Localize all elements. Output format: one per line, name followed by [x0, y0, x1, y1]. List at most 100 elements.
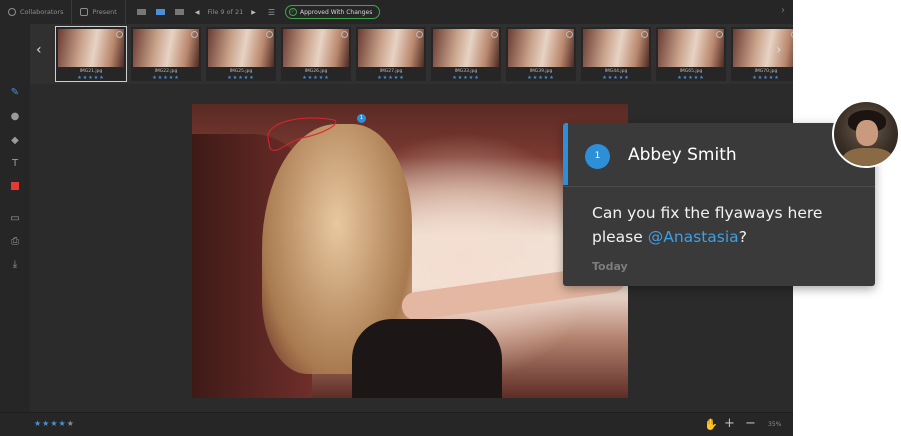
comment-header: 1 Abbey Smith [563, 123, 875, 187]
annotation-lasso[interactable] [262, 112, 342, 160]
filmstrip-thumbnail[interactable]: IMG22.jpg ★★★★★ [131, 27, 201, 81]
comment-author: Abbey Smith [628, 145, 737, 165]
thumbnail-rating: ★★★★★ [527, 75, 555, 81]
view-mode-group: ◀ File 9 of 21 ▶ ☰ ✓ Approved With Chang… [126, 0, 389, 24]
person-icon [8, 8, 16, 16]
comment-mention[interactable]: @Anastasia [648, 228, 739, 246]
zoom-in-icon[interactable]: + [724, 416, 735, 431]
thumbnail-image [283, 29, 349, 67]
ruler-icon[interactable]: ▭ [8, 212, 22, 226]
avatar [832, 100, 900, 168]
thumbnail-filename: IMG21.jpg [79, 69, 103, 74]
thumbnail-image [58, 29, 124, 67]
thumbnail-status-icon [116, 31, 123, 38]
filmstrip-thumbnail[interactable]: IMG70.jpg ★★★★★ [731, 27, 793, 81]
grid-view-icon[interactable] [174, 9, 184, 15]
comment-text-end: ? [738, 228, 747, 246]
thumbnail-rating: ★★★★★ [752, 75, 780, 81]
filmstrip-thumbnail[interactable]: IMG26.jpg ★★★★★ [281, 27, 351, 81]
hand-icon[interactable]: ✋ [704, 418, 718, 431]
collaborators-button[interactable]: Collaborators [0, 0, 73, 24]
avatar-face [856, 120, 878, 146]
check-icon: ✓ [289, 8, 298, 16]
filmstrip-view-icon[interactable] [155, 9, 165, 15]
filmstrip-thumbnail[interactable]: IMG21.jpg ★★★★★ [55, 26, 127, 82]
thumbnail-filename: IMG33.jpg [454, 69, 478, 74]
filter-icon[interactable]: ☰ [268, 8, 275, 17]
thumbnail-status-icon [416, 31, 423, 38]
filmstrip-thumbnail[interactable]: IMG25.jpg ★★★★★ [206, 27, 276, 81]
thumbnail-rating: ★★★★★ [452, 75, 480, 81]
comment-card[interactable]: 1 Abbey Smith Can you fix the flyaways h… [563, 123, 875, 286]
thumbnail-rating: ★★★★★ [152, 75, 180, 81]
thumbnail-image [133, 29, 199, 67]
approval-status-badge[interactable]: ✓ Approved With Changes [285, 5, 381, 19]
next-file-icon[interactable]: ▶ [251, 9, 256, 16]
thumbnail-rating: ★★★★★ [602, 75, 630, 81]
thumbnail-rating: ★★★★★ [227, 75, 255, 81]
present-icon [80, 8, 89, 16]
single-view-icon[interactable] [136, 9, 146, 15]
thumbnail-filename: IMG70.jpg [754, 69, 778, 74]
filmstrip-next-icon[interactable]: › [776, 42, 782, 58]
zoom-level[interactable]: 35% [768, 421, 781, 428]
top-toolbar: Collaborators Present ◀ File 9 of 21 ▶ ☰… [0, 0, 793, 25]
thumbnail-image [583, 29, 649, 67]
download-icon[interactable]: ⤓ [8, 258, 22, 272]
comment-text: Can you fix the flyaways here please @An… [592, 201, 862, 249]
thumbnail-image [433, 29, 499, 67]
filmstrip-thumbnail[interactable]: IMG44.jpg ★★★★★ [581, 27, 651, 81]
filmstrip-prev-icon[interactable]: ‹ [36, 42, 42, 58]
thumbnail-image [658, 29, 724, 67]
thumbnail-image [733, 29, 793, 67]
thumbnail-filename: IMG22.jpg [154, 69, 178, 74]
approval-status-label: Approved With Changes [300, 8, 373, 16]
thumbnail-rating: ★★★★★ [677, 75, 705, 81]
thumbnail-status-icon [191, 31, 198, 38]
filmstrip: ‹ IMG21.jpg ★★★★★ IMG22.jpg ★★★★★ IMG25.jpg ★… [30, 24, 793, 84]
bottom-toolbar: ★★★★★ ✋ + − 35% [0, 412, 793, 436]
print-icon[interactable]: ⎙ [8, 235, 22, 249]
collaborators-label: Collaborators [20, 8, 64, 16]
thumbnail-status-icon [641, 31, 648, 38]
thumbnail-filename: IMG25.jpg [229, 69, 253, 74]
fill-icon[interactable]: ◆ [8, 134, 22, 148]
thumbnail-filename: IMG44.jpg [604, 69, 628, 74]
thumbnail-status-icon [341, 31, 348, 38]
filmstrip-thumbnail[interactable]: IMG65.jpg ★★★★★ [656, 27, 726, 81]
zoom-out-icon[interactable]: − [745, 416, 756, 431]
filmstrip-thumbnail[interactable]: IMG27.jpg ★★★★★ [356, 27, 426, 81]
left-tool-panel: ✎ ● ◆ T ▭ ⎙ ⤓ [0, 24, 30, 412]
thumbnail-image [358, 29, 424, 67]
star-rating[interactable]: ★★★★★ [34, 419, 75, 428]
thumbnail-status-icon [791, 31, 793, 38]
thumbnail-rating: ★★★★★ [377, 75, 405, 81]
star-rating-off: ★ [66, 419, 75, 428]
star-rating-on: ★★★★ [34, 419, 67, 428]
comment-number-badge: 1 [585, 144, 610, 169]
filmstrip-thumbnail[interactable]: IMG33.jpg ★★★★★ [431, 27, 501, 81]
filmstrip-thumbnail[interactable]: IMG39.jpg ★★★★★ [506, 27, 576, 81]
thumbnail-filename: IMG27.jpg [379, 69, 403, 74]
avatar-body [842, 148, 894, 166]
color-swatch-icon[interactable] [8, 181, 22, 195]
pin-icon[interactable]: ● [8, 110, 22, 124]
present-button[interactable]: Present [72, 0, 126, 24]
thumbnail-status-icon [566, 31, 573, 38]
text-icon[interactable]: T [8, 157, 22, 171]
thumbnail-status-icon [716, 31, 723, 38]
thumbnail-filename: IMG65.jpg [679, 69, 703, 74]
file-counter: File 9 of 21 [207, 8, 244, 16]
thumbnail-status-icon [266, 31, 273, 38]
prev-file-icon[interactable]: ◀ [195, 9, 200, 16]
annotation-pin[interactable]: 1 [357, 114, 366, 123]
pen-icon[interactable]: ✎ [8, 86, 22, 100]
present-label: Present [92, 8, 117, 16]
photo-shirt-shape [352, 319, 502, 398]
thumbnail-filename: IMG26.jpg [304, 69, 328, 74]
collapse-chevron-icon[interactable]: › [781, 5, 785, 16]
thumbnail-rating: ★★★★★ [302, 75, 330, 81]
thumbnail-status-icon [491, 31, 498, 38]
thumbnail-filename: IMG39.jpg [529, 69, 553, 74]
thumbnail-rating: ★★★★★ [77, 75, 105, 81]
